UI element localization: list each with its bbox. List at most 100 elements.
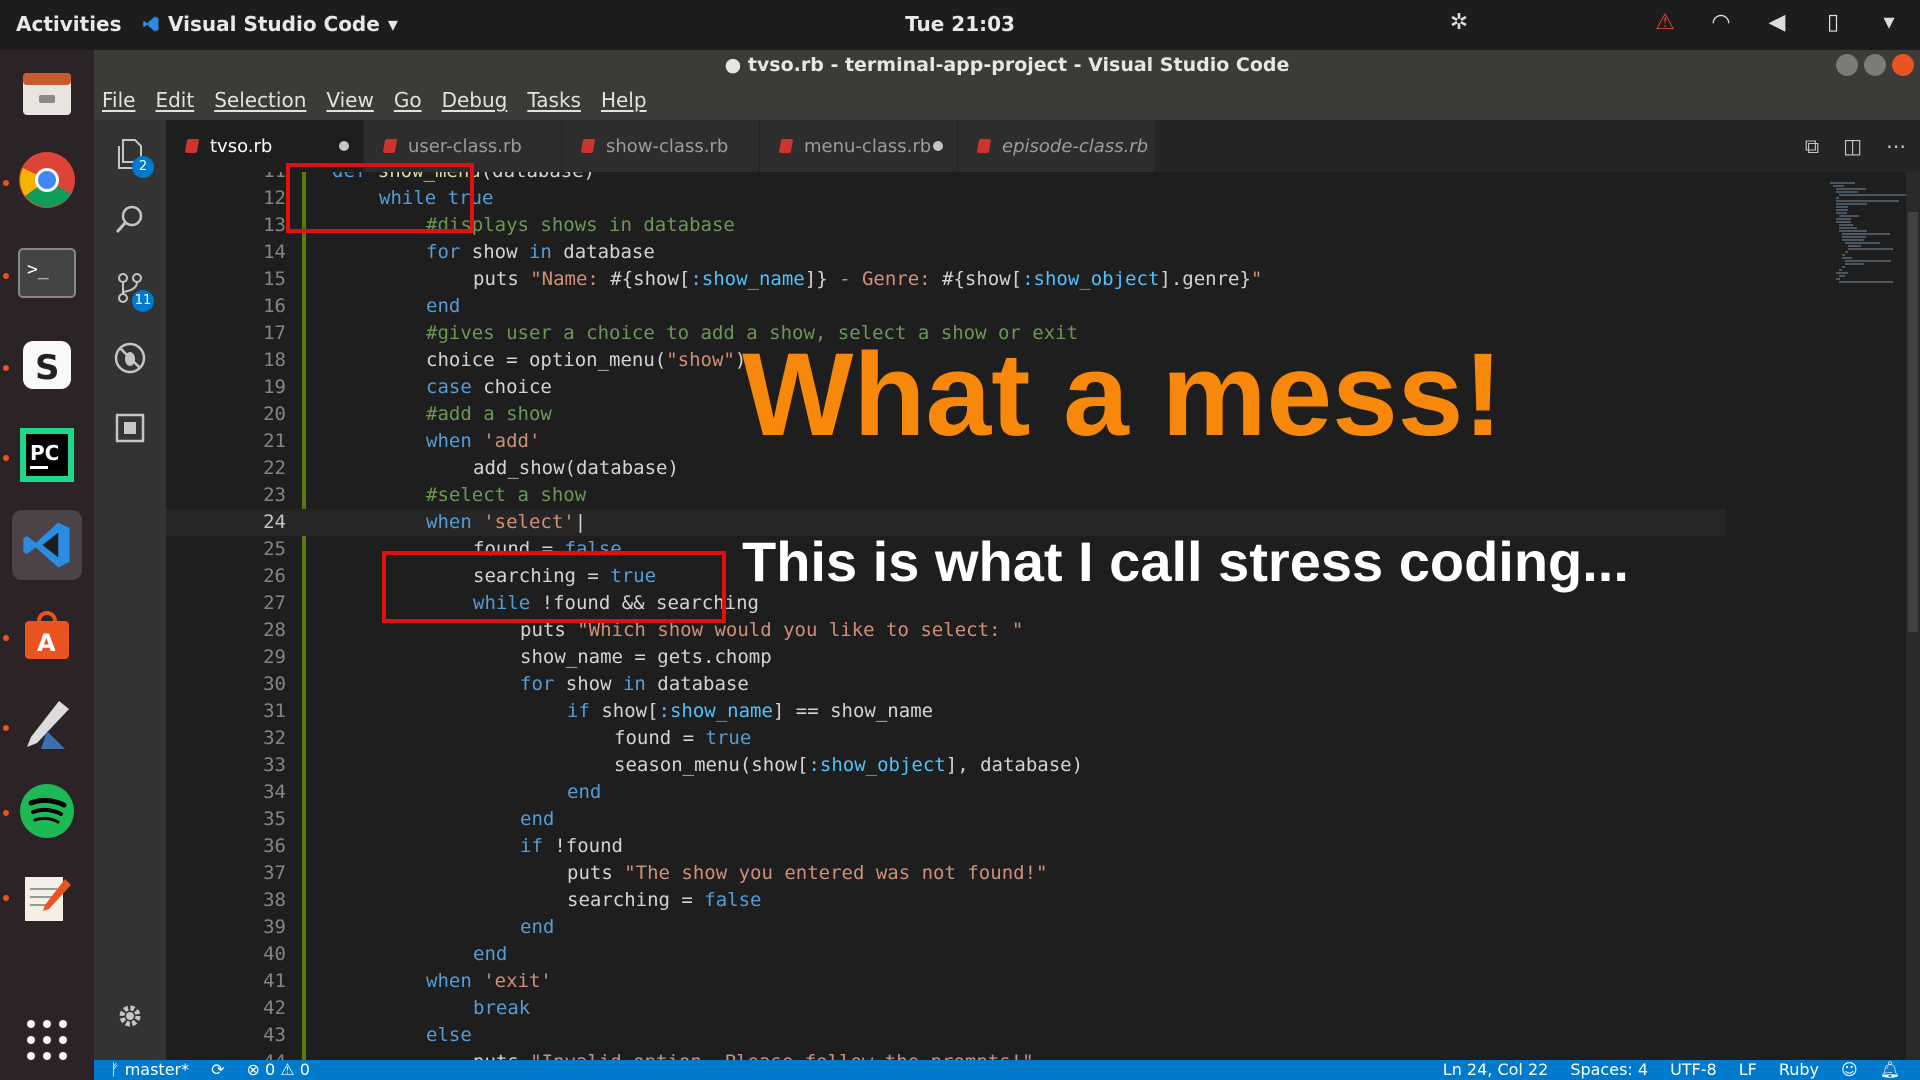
sublime-icon[interactable]: S <box>12 330 82 400</box>
tab-episode-class[interactable]: episode-class.rb <box>958 120 1156 172</box>
line-number[interactable]: 22 <box>166 455 286 482</box>
line-number[interactable]: 19 <box>166 374 286 401</box>
menu-file[interactable]: File <box>102 88 135 112</box>
unsaved-dot-icon[interactable] <box>933 141 943 151</box>
line-number[interactable]: 36 <box>166 833 286 860</box>
tab-menu-class[interactable]: menu-class.rb <box>760 120 958 172</box>
line-number[interactable]: 35 <box>166 806 286 833</box>
line-number[interactable]: 23 <box>166 482 286 509</box>
volume-icon[interactable]: ◀ <box>1764 10 1790 36</box>
line-number[interactable]: 24 <box>166 509 286 536</box>
line-number[interactable]: 41 <box>166 968 286 995</box>
encoding[interactable]: UTF-8 <box>1670 1060 1717 1080</box>
battery-icon[interactable]: ▯ <box>1820 10 1846 36</box>
menu-tasks[interactable]: Tasks <box>527 88 581 112</box>
code-line[interactable]: 30 for show in database <box>166 671 1726 698</box>
menu-debug[interactable]: Debug <box>442 88 508 112</box>
problems-indicator[interactable]: ⊗ 0 ⚠ 0 <box>247 1060 310 1080</box>
line-number[interactable]: 39 <box>166 914 286 941</box>
line-number[interactable]: 20 <box>166 401 286 428</box>
maximize-button[interactable] <box>1864 54 1886 76</box>
line-number[interactable]: 37 <box>166 860 286 887</box>
pycharm-icon[interactable]: PC <box>12 420 82 490</box>
line-number[interactable]: 33 <box>166 752 286 779</box>
line-number[interactable]: 12 <box>166 185 286 212</box>
code-line[interactable]: 32 found = true <box>166 725 1726 752</box>
wifi-icon[interactable]: ◠ <box>1708 10 1734 36</box>
software-center-icon[interactable]: A <box>12 600 82 670</box>
code-line[interactable]: 14 for show in database <box>166 239 1726 266</box>
files-icon[interactable] <box>12 58 82 128</box>
code-line[interactable]: 38 searching = false <box>166 887 1726 914</box>
vertical-scrollbar[interactable] <box>1906 172 1920 1060</box>
settings-icon[interactable]: ✲ <box>1446 10 1472 36</box>
app-menu[interactable]: Visual Studio Code ▾ <box>142 12 398 36</box>
line-number[interactable]: 13 <box>166 212 286 239</box>
open-changes-icon[interactable]: ⧉ <box>1805 134 1819 158</box>
system-tray[interactable]: ✲ ⚠ ◠ ◀ ▯ ▾ <box>1446 10 1902 36</box>
source-control-icon[interactable]: 11 <box>104 262 156 314</box>
line-number[interactable]: 26 <box>166 563 286 590</box>
unsaved-dot-icon[interactable] <box>339 141 349 151</box>
warning-icon[interactable]: ⚠ <box>1652 10 1678 36</box>
tab-show-class[interactable]: show-class.rb <box>562 120 760 172</box>
end-of-line[interactable]: LF <box>1739 1060 1757 1080</box>
code-line[interactable]: 37 puts "The show you entered was not fou… <box>166 860 1726 887</box>
line-number[interactable]: 11 <box>166 172 286 185</box>
menu-view[interactable]: View <box>326 88 373 112</box>
code-line[interactable]: 29 show_name = gets.chomp <box>166 644 1726 671</box>
code-line[interactable]: 40 end <box>166 941 1726 968</box>
terminal-icon[interactable]: >_ <box>12 238 82 308</box>
line-number[interactable]: 30 <box>166 671 286 698</box>
line-number[interactable]: 42 <box>166 995 286 1022</box>
line-number[interactable]: 21 <box>166 428 286 455</box>
code-line[interactable]: 15 puts "Name: #{show[:show_name]} - Genr… <box>166 266 1726 293</box>
line-number[interactable]: 27 <box>166 590 286 617</box>
menu-selection[interactable]: Selection <box>214 88 306 112</box>
indentation[interactable]: Spaces: 4 <box>1570 1060 1648 1080</box>
line-number[interactable]: 34 <box>166 779 286 806</box>
line-number[interactable]: 32 <box>166 725 286 752</box>
vscode-icon[interactable] <box>12 510 82 580</box>
app-grid-icon[interactable] <box>12 1005 82 1075</box>
line-number[interactable]: 28 <box>166 617 286 644</box>
sync-icon[interactable]: ⟳ <box>211 1060 224 1080</box>
split-editor-icon[interactable]: ◫ <box>1843 134 1862 158</box>
code-line[interactable]: 35 end <box>166 806 1726 833</box>
line-number[interactable]: 29 <box>166 644 286 671</box>
line-number[interactable]: 17 <box>166 320 286 347</box>
close-button[interactable] <box>1892 54 1914 76</box>
line-number[interactable]: 31 <box>166 698 286 725</box>
menu-edit[interactable]: Edit <box>155 88 194 112</box>
line-number[interactable]: 43 <box>166 1022 286 1049</box>
code-line[interactable]: 41 when 'exit' <box>166 968 1726 995</box>
git-branch[interactable]: ᚠ master* <box>110 1060 189 1080</box>
code-line[interactable]: 34 end <box>166 779 1726 806</box>
code-line[interactable]: 33 season_menu(show[:show_object], databa… <box>166 752 1726 779</box>
extensions-icon[interactable] <box>104 402 156 454</box>
activities-button[interactable]: Activities <box>16 12 122 36</box>
code-line[interactable]: 16 end <box>166 293 1726 320</box>
chrome-icon[interactable] <box>12 145 82 215</box>
line-number[interactable]: 44 <box>166 1049 286 1060</box>
line-number[interactable]: 40 <box>166 941 286 968</box>
language-mode[interactable]: Ruby <box>1779 1060 1819 1080</box>
menu-help[interactable]: Help <box>601 88 647 112</box>
code-line[interactable]: 39 end <box>166 914 1726 941</box>
line-number[interactable]: 18 <box>166 347 286 374</box>
text-editor-icon[interactable] <box>12 862 82 932</box>
gear-icon[interactable] <box>104 990 156 1042</box>
line-number[interactable]: 38 <box>166 887 286 914</box>
line-number[interactable]: 15 <box>166 266 286 293</box>
bell-icon[interactable]: 🔔︎ <box>1880 1060 1900 1080</box>
code-line[interactable]: 23 #select a show <box>166 482 1726 509</box>
line-number[interactable]: 14 <box>166 239 286 266</box>
minimize-button[interactable] <box>1836 54 1858 76</box>
dropdown-icon[interactable]: ▾ <box>1876 10 1902 36</box>
spotify-icon[interactable] <box>12 776 82 846</box>
line-number[interactable]: 16 <box>166 293 286 320</box>
code-line[interactable]: 43 else <box>166 1022 1726 1049</box>
search-icon[interactable] <box>104 194 156 246</box>
code-line[interactable]: 36 if !found <box>166 833 1726 860</box>
smiley-icon[interactable]: ☺ <box>1841 1060 1858 1080</box>
